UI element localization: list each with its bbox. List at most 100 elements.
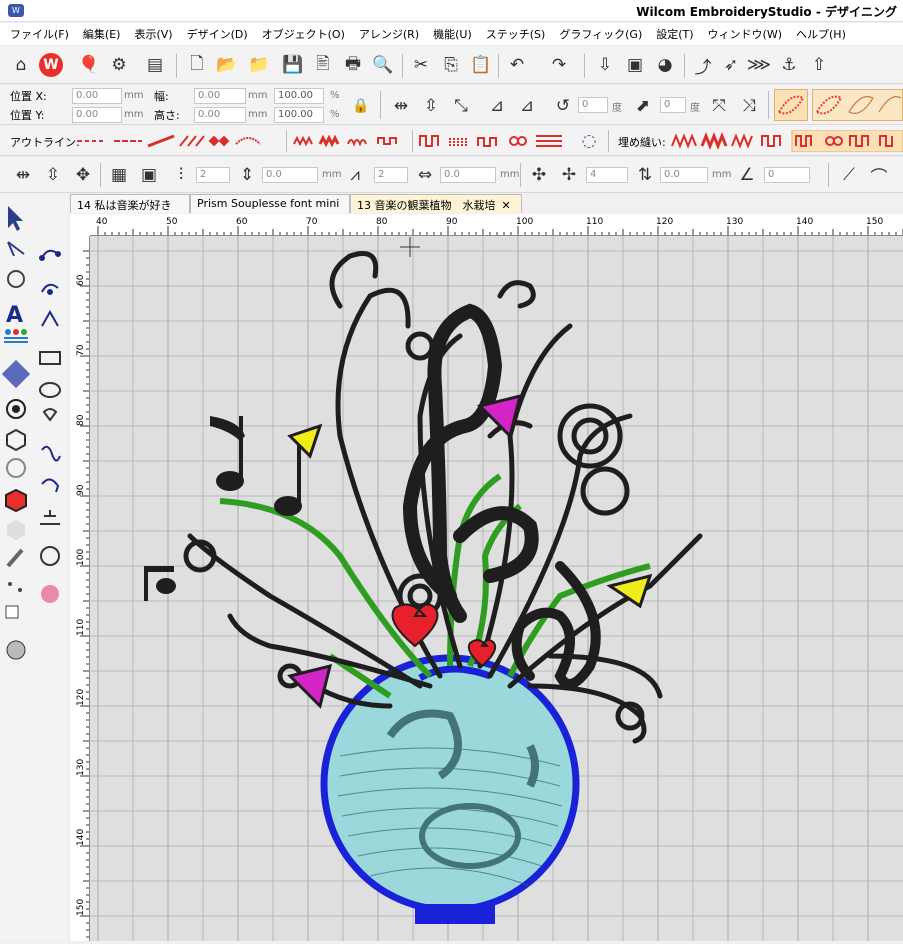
outline-pattern-types[interactable] [292,130,412,152]
cut-icon[interactable]: ✂ [408,52,434,78]
fill-style-group[interactable] [812,89,903,121]
menu-item[interactable]: 設定(T) [656,26,693,42]
export-icon[interactable]: 🖹 [310,52,336,78]
transform-icon[interactable]: ⤧ [706,93,732,119]
team-names-icon [4,329,28,343]
pos-y-label: 位置 Y: [10,109,45,122]
ruler-label: 100 [76,549,86,566]
tab-prism[interactable]: Prism Souplesse font mini [190,194,350,213]
row-count-field[interactable]: 2 [374,167,408,183]
step-icon[interactable]: ⫶ [168,162,194,188]
copies-field[interactable]: 4 [586,167,628,183]
vertical-spacing-icon[interactable]: ⇕ [234,162,260,188]
rotate-icon[interactable]: ↺ [550,93,576,119]
radial-array-icon[interactable]: ✣ [526,162,552,188]
align-right-icon[interactable]: ⊿ [514,93,540,119]
balloon-icon[interactable]: 🎈 [76,52,102,78]
array-count-field[interactable]: 2 [196,167,230,183]
slant-icon[interactable]: ⬈ [630,93,656,119]
ruler-label: 90 [76,484,86,496]
tab-doc-13[interactable]: 13 音楽の観葉植物 水栽培 ✕ [350,194,522,213]
pos-y-field[interactable]: 0.00 [72,107,122,123]
paste-icon[interactable]: 📋 [468,52,494,78]
path-tool-icon[interactable]: ⟋ [836,162,862,188]
print-icon[interactable]: 🖶 [340,52,366,78]
wave-tool-icon[interactable]: ⌒ [866,162,892,188]
box-array-icon[interactable]: ▣ [136,162,162,188]
horizontal-spacing-field[interactable]: 0.0 [440,167,496,183]
export-machine-icon[interactable]: ▣ [622,52,648,78]
menu-item[interactable]: オブジェクト(O) [262,26,345,42]
menu-item[interactable]: 表示(V) [134,26,172,42]
stitch-player-icon[interactable]: ⤴ [690,52,716,78]
fast-forward-icon[interactable]: ⋙ [746,52,772,78]
pos-x-field[interactable]: 0.00 [72,88,122,104]
open-folder-icon[interactable]: 📂 [214,52,240,78]
vertical-spacing-field[interactable]: 0.0 [262,167,318,183]
wilcom-icon[interactable]: W [38,52,64,78]
angle-field[interactable]: 0 [764,167,810,183]
transform-toolbar: 位置 X: 位置 Y: 0.00 0.00 mm mm 幅: 高さ: 0.00 … [0,85,903,125]
library-icon[interactable]: ▤ [142,52,168,78]
distance-icon[interactable]: ⇅ [632,162,658,188]
travel-icon[interactable]: ➶ [718,52,744,78]
color-palette-icon[interactable]: ◕ [652,52,678,78]
lift-icon[interactable]: ⇧ [806,52,832,78]
shapes-icon [42,408,58,422]
steps-icon[interactable]: ⩘ [342,162,368,188]
linear-array-icon[interactable]: ✢ [556,162,582,188]
stitch-icon [7,270,25,288]
tab-label: 14 私は音楽が好き [77,199,172,212]
menu-item[interactable]: 編集(E) [83,26,121,42]
grid-array-icon[interactable]: ▦ [106,162,132,188]
anchor-icon[interactable]: ⚓ [776,52,802,78]
outline-stitch-types[interactable] [76,130,286,152]
angle-icon[interactable]: ∠ [734,162,760,188]
slant-field[interactable]: 0 [660,97,686,113]
satin-fill-button[interactable] [774,89,808,121]
open-recent-icon[interactable]: 📁 [246,52,272,78]
send-machine-icon[interactable]: ⇩ [592,52,618,78]
undo-icon[interactable]: ↶ [504,52,530,78]
redo-icon[interactable]: ↷ [546,52,572,78]
close-tab-icon[interactable]: ✕ [502,199,511,212]
curve-tool-icon[interactable]: ◌ [576,128,602,154]
menu-item[interactable]: グラフィック(G) [559,26,642,42]
copy-icon[interactable]: ⎘ [438,52,464,78]
reshape-icon[interactable]: ⤨ [736,93,762,119]
center-icon[interactable]: ✥ [70,162,96,188]
save-icon[interactable]: 💾 [280,52,306,78]
horizontal-spacing-icon[interactable]: ⇔ [412,162,438,188]
color-wheel-icon [41,585,59,603]
print-preview-icon[interactable]: 🔍 [370,52,396,78]
mirror-v-icon[interactable]: ⇳ [418,93,444,119]
rotate-field[interactable]: 0 [578,97,608,113]
scale-height-field[interactable]: 100.00 [274,107,324,123]
mirror-h-icon[interactable]: ⇹ [388,93,414,119]
home-icon[interactable]: ⌂ [8,52,34,78]
height-field[interactable]: 0.00 [194,107,246,123]
menu-item[interactable]: ステッチ(S) [486,26,546,42]
menu-item[interactable]: ウィンドウ(W) [708,26,782,42]
flip-h-icon[interactable]: ⇹ [10,162,36,188]
polygon-icon [41,309,59,327]
tab-doc-14[interactable]: 14 私は音楽が好き [70,194,190,213]
menu-item[interactable]: ヘルプ(H) [796,26,846,42]
arrange-icon[interactable]: ⤡ [448,93,474,119]
menu-item[interactable]: 機能(U) [433,26,472,42]
menu-item[interactable]: ファイル(F) [10,26,69,42]
new-file-icon[interactable]: 🗋 [184,52,210,78]
menu-item[interactable]: デザイン(D) [187,26,248,42]
plugin-icon[interactable]: ⚙ [106,52,132,78]
design-canvas[interactable] [90,236,903,941]
menu-item[interactable]: アレンジ(R) [359,26,419,42]
distance-field[interactable]: 0.0 [660,167,708,183]
scale-width-field[interactable]: 100.00 [274,88,324,104]
arrange-toolbar: ⇹ ⇳ ✥ ▦ ▣ ⫶ 2 ⇕ 0.0 mm ⩘ 2 ⇔ 0.0 mm ✣ ✢ … [0,157,903,193]
lock-proportion-icon[interactable]: 🔒 [348,93,374,119]
flip-v-icon[interactable]: ⇳ [40,162,66,188]
width-field[interactable]: 0.00 [194,88,246,104]
fill-stitch-types[interactable] [670,130,903,152]
align-left-icon[interactable]: ⊿ [484,93,510,119]
motif-stitch-types[interactable] [418,130,568,152]
